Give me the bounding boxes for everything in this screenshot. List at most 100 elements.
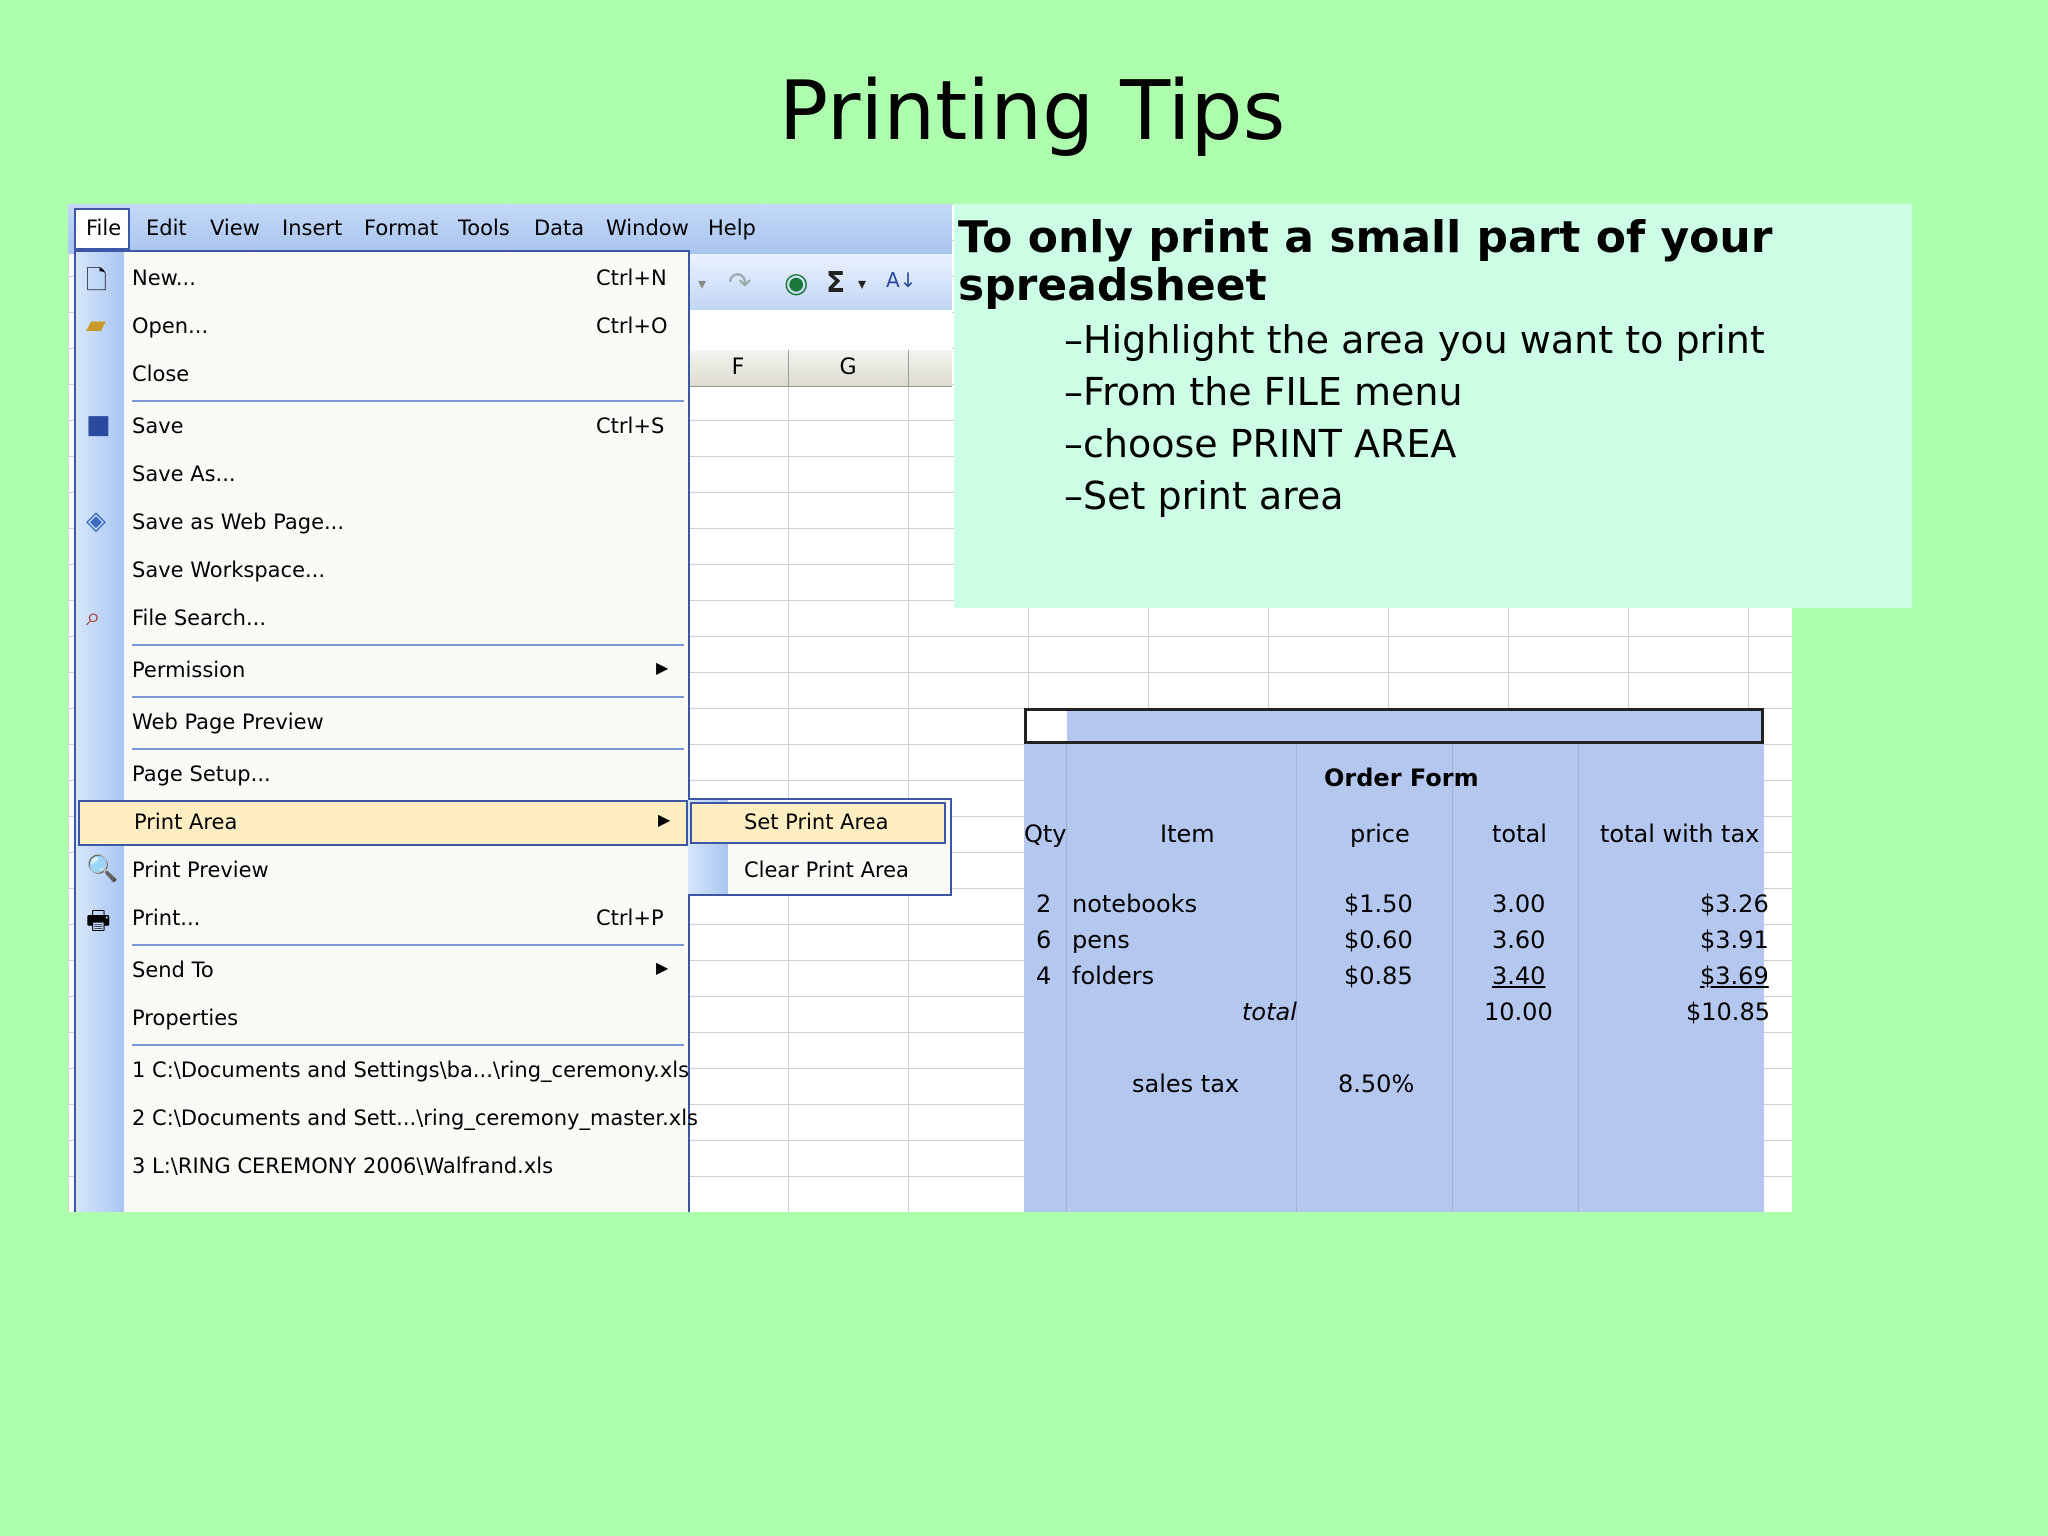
header-total-with-tax: total with tax <box>1600 820 1760 848</box>
menu-item-label: Page Setup... <box>132 762 271 786</box>
menu-separator <box>132 644 684 646</box>
submenu-arrow-icon: ▶ <box>658 810 671 829</box>
menu-item-label: File Search... <box>132 606 266 630</box>
header-item: Item <box>1160 820 1215 848</box>
cell-qty: 6 <box>1036 926 1052 954</box>
menu-item-file-search[interactable]: ⌕ File Search... <box>76 596 688 642</box>
menu-item-permission[interactable]: Permission ▶ <box>76 648 688 694</box>
formula-bar[interactable] <box>688 310 952 351</box>
print-preview-icon: 🔍 <box>86 854 119 884</box>
cell-price: $0.60 <box>1344 926 1413 954</box>
menu-item-label: Send To <box>132 958 214 982</box>
file-menu: 🗋 New... Ctrl+N ▰ Open... Ctrl+O Close ■… <box>74 250 698 1212</box>
instruction-textbox: To only print a small part of your sprea… <box>954 204 1912 608</box>
menu-item-new[interactable]: 🗋 New... Ctrl+N <box>76 256 688 302</box>
web-page-icon: ◈ <box>86 506 106 536</box>
menu-tools[interactable]: Tools <box>458 216 510 240</box>
sort-ascending-icon[interactable]: A↓ <box>886 268 916 292</box>
menu-item-save-as[interactable]: Save As... <box>76 452 688 498</box>
menu-item-print-preview[interactable]: 🔍 Print Preview <box>76 848 688 894</box>
autosum-icon[interactable]: Σ <box>826 266 845 299</box>
menu-item-recent-file-3[interactable]: 3 L:\RING CEREMONY 2006\Walfrand.xls <box>76 1144 688 1190</box>
print-area-submenu: Set Print Area Clear Print Area <box>688 798 952 896</box>
grid-line <box>1296 744 1297 1212</box>
grid-line <box>1578 744 1579 1212</box>
menu-help[interactable]: Help <box>708 216 756 240</box>
active-cell[interactable] <box>1027 711 1067 741</box>
instruction-bullet: –Highlight the area you want to print <box>1064 318 1765 362</box>
order-form-title: Order Form <box>1324 764 1479 792</box>
menu-item-send-to[interactable]: Send To ▶ <box>76 948 688 994</box>
menu-file[interactable]: File <box>86 216 121 240</box>
column-header-f[interactable]: F <box>688 350 789 386</box>
menu-separator <box>132 748 684 750</box>
cell-qty: 2 <box>1036 890 1052 918</box>
menu-separator <box>132 696 684 698</box>
selected-row-outline[interactable] <box>1024 708 1764 744</box>
menu-item-label: 1 C:\Documents and Settings\ba...\ring_c… <box>132 1058 690 1082</box>
slide-title: Printing Tips <box>778 64 1286 159</box>
menu-item-open[interactable]: ▰ Open... Ctrl+O <box>76 304 688 350</box>
header-qty: Qty <box>1024 820 1067 848</box>
menu-item-label: Save Workspace... <box>132 558 326 582</box>
submenu-item-clear-print-area[interactable]: Clear Print Area <box>744 858 909 882</box>
menu-item-page-setup[interactable]: Page Setup... <box>76 752 688 798</box>
grid-line <box>1452 744 1453 1212</box>
sales-tax-label: sales tax <box>1132 1070 1240 1098</box>
menu-item-save-as-web-page[interactable]: ◈ Save as Web Page... <box>76 500 688 546</box>
menu-item-label: Open... <box>132 314 209 338</box>
submenu-arrow-icon: ▶ <box>656 958 669 977</box>
redo-icon[interactable]: ↷ <box>728 266 751 299</box>
submenu-arrow-icon: ▶ <box>656 658 669 677</box>
menu-item-label: Properties <box>132 1006 239 1030</box>
menu-item-label: Print Area <box>134 810 238 834</box>
menu-insert[interactable]: Insert <box>282 216 342 240</box>
sales-tax-value: 8.50% <box>1338 1070 1415 1098</box>
menu-data[interactable]: Data <box>534 216 584 240</box>
menu-item-label: Close <box>132 362 190 386</box>
menu-edit[interactable]: Edit <box>146 216 187 240</box>
cell-item: notebooks <box>1072 890 1198 918</box>
cell-total-with-tax: $3.26 <box>1700 890 1769 918</box>
menu-window[interactable]: Window <box>606 216 689 240</box>
cell-total: 3.60 <box>1492 926 1546 954</box>
menu-item-properties[interactable]: Properties <box>76 996 688 1042</box>
menu-format[interactable]: Format <box>364 216 438 240</box>
menu-item-save-workspace[interactable]: Save Workspace... <box>76 548 688 594</box>
menu-item-label: Save As... <box>132 462 236 486</box>
menu-item-print[interactable]: 🖶 Print... Ctrl+P <box>76 896 688 942</box>
printer-icon: 🖶 <box>86 906 111 936</box>
menu-item-print-area[interactable]: Print Area ▶ <box>78 800 688 846</box>
menu-item-label: Print Preview <box>132 858 269 882</box>
submenu-item-set-print-area[interactable]: Set Print Area <box>744 810 888 834</box>
menu-item-web-page-preview[interactable]: Web Page Preview <box>76 700 688 746</box>
header-total: total <box>1492 820 1547 848</box>
menu-item-shortcut: Ctrl+P <box>596 906 664 930</box>
menu-item-shortcut: Ctrl+S <box>596 414 665 438</box>
instruction-bullet: –choose PRINT AREA <box>1064 422 1457 466</box>
menu-item-save[interactable]: ■ Save Ctrl+S <box>76 404 688 450</box>
order-form-selection: Order Form Qty Item price total total wi… <box>1024 708 1770 1212</box>
cell-price: $0.85 <box>1344 962 1413 990</box>
autosum-dropdown-icon[interactable]: ▾ <box>858 274 866 293</box>
cell-price: $1.50 <box>1344 890 1413 918</box>
menu-item-label: 2 C:\Documents and Sett...\ring_ceremony… <box>132 1106 698 1130</box>
menu-separator <box>132 1044 684 1046</box>
column-headers: F G <box>688 350 952 387</box>
grid-line <box>1066 744 1067 1212</box>
menu-item-recent-file-1[interactable]: 1 C:\Documents and Settings\ba...\ring_c… <box>76 1048 690 1094</box>
total-label: total <box>1242 998 1297 1026</box>
cell-total-with-tax: $3.69 <box>1700 962 1769 990</box>
menu-item-shortcut: Ctrl+N <box>596 266 667 290</box>
undo-dropdown-icon[interactable]: ▾ <box>698 274 706 293</box>
column-header-g[interactable]: G <box>788 350 909 386</box>
instruction-heading: To only print a small part of your sprea… <box>958 212 1773 311</box>
menu-item-close[interactable]: Close <box>76 352 688 398</box>
menu-item-recent-file-2[interactable]: 2 C:\Documents and Sett...\ring_ceremony… <box>76 1096 698 1142</box>
cell-total: 3.00 <box>1492 890 1546 918</box>
hyperlink-globe-icon[interactable]: ◉ <box>784 266 808 299</box>
open-folder-icon: ▰ <box>86 310 106 340</box>
menu-separator <box>132 400 684 402</box>
menu-view[interactable]: View <box>210 216 260 240</box>
cell-item: folders <box>1072 962 1155 990</box>
